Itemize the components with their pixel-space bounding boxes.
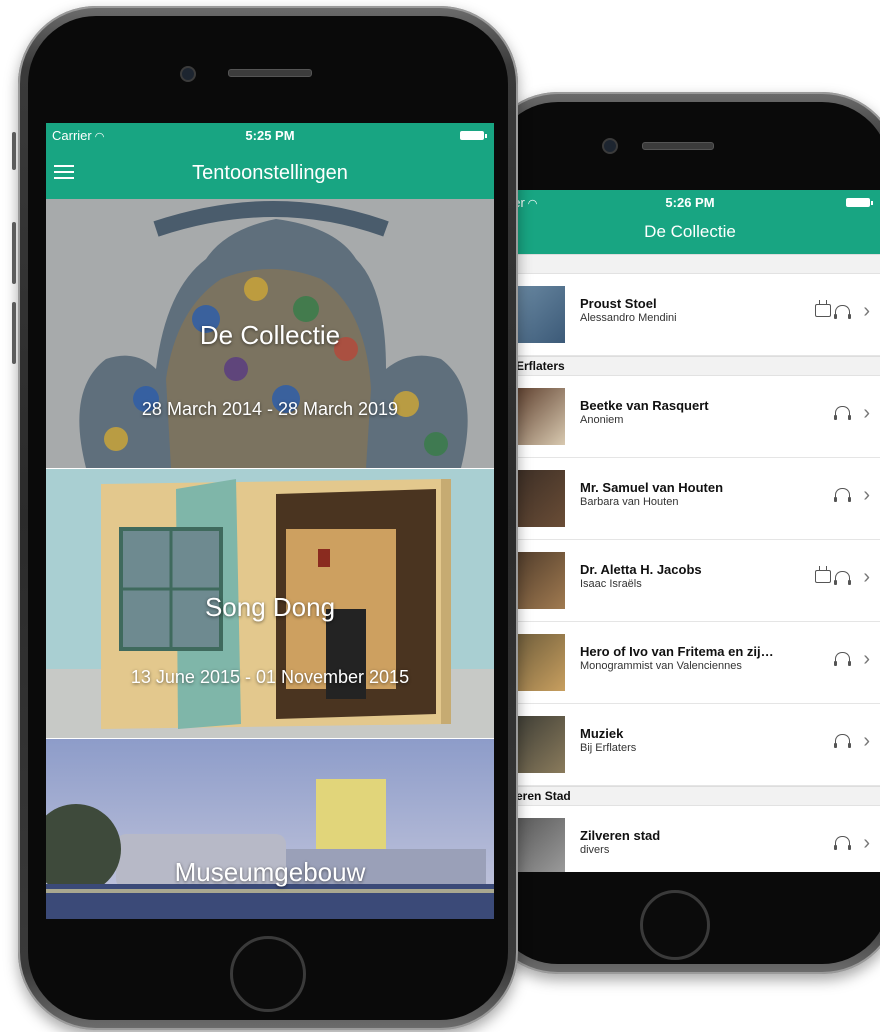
artwork-thumbnail: [510, 716, 565, 773]
chevron-right-icon: ›: [863, 300, 870, 322]
chevron-right-icon: ›: [863, 484, 870, 506]
nav-bar: Tentoonstellingen: [46, 147, 494, 199]
page-title: De Collectie: [644, 222, 736, 241]
item-subtitle: Isaac Israëls: [580, 578, 642, 590]
headphones-icon: [834, 304, 851, 319]
page-title: Tentoonstellingen: [192, 162, 348, 184]
media-icons: [834, 836, 851, 850]
earpiece-speaker: [228, 69, 312, 77]
artwork-thumbnail: [510, 552, 565, 609]
tv-icon: [815, 570, 831, 583]
item-subtitle: Barbara van Houten: [580, 496, 679, 508]
status-time: 5:25 PM: [245, 128, 295, 143]
top-bar: rier◠ 5:26 PM De Collectie: [500, 190, 880, 254]
artwork-thumbnail: [510, 470, 565, 527]
home-button[interactable]: [230, 936, 306, 1012]
headphones-icon: [834, 488, 851, 502]
item-title: Zilveren stad: [580, 828, 661, 843]
home-button[interactable]: [640, 890, 710, 960]
mute-switch[interactable]: [12, 132, 16, 170]
exhibition-title: De Collectie: [199, 320, 341, 350]
headphones-icon: [834, 652, 851, 666]
chevron-right-icon: ›: [863, 730, 870, 752]
artwork-thumbnail: [510, 818, 565, 872]
item-title: Beetke van Rasquert: [580, 398, 709, 413]
media-icons: [834, 406, 851, 420]
list-item[interactable]: Mr. Samuel van Houten Barbara van Houten ›: [500, 458, 880, 540]
item-title: Proust Stoel: [580, 296, 657, 311]
artwork-thumbnail: [510, 634, 565, 691]
front-camera: [180, 66, 196, 82]
media-icons: [834, 652, 851, 666]
list-item[interactable]: Zilveren stad divers ›: [500, 806, 880, 872]
headphones-icon: [834, 836, 851, 850]
item-subtitle: Bij Erflaters: [580, 742, 637, 754]
battery-icon: [460, 131, 487, 140]
list-item[interactable]: Proust Stoel Alessandro Mendini ›: [500, 274, 880, 356]
chevron-right-icon: ›: [863, 566, 870, 588]
exhibition-card[interactable]: Song Dong 13 June 2015 - 01 November 201…: [46, 468, 494, 738]
status-bar: Carrier ◠ 5:25 PM: [46, 123, 494, 147]
exhibition-card[interactable]: De Collectie 28 March 2014 - 28 March 20…: [46, 199, 494, 468]
collection-list[interactable]: ro Proust StoelAlessandro Mendini › e Erfla…: [500, 254, 880, 872]
earpiece-speaker: [642, 142, 714, 150]
media-icons: [834, 734, 851, 748]
chevron-right-icon: ›: [863, 402, 870, 424]
exhibition-dates: 13 June 2015 - 01 November 2015: [130, 667, 410, 687]
item-subtitle: Monogrammist van Valenciennes: [580, 660, 742, 672]
exhibition-title: Song Dong: [204, 592, 336, 622]
section-header: lveren Stad: [500, 786, 880, 806]
nav-bar: De Collectie: [500, 214, 880, 254]
section-header: e Erflaters: [500, 356, 880, 376]
media-icons: [815, 304, 851, 319]
item-subtitle: divers: [580, 844, 610, 856]
exhibition-card[interactable]: Museumgebouw: [46, 738, 494, 919]
chevron-right-icon: ›: [863, 648, 870, 670]
front-camera: [602, 138, 618, 154]
item-subtitle: Anoniem: [580, 414, 624, 426]
section-header: ro: [500, 254, 880, 274]
artwork-thumbnail: [510, 388, 565, 445]
media-icons: [815, 570, 851, 585]
list-item[interactable]: Hero of Ivo van Fritema en zij… Monogramm…: [500, 622, 880, 704]
headphones-icon: [834, 406, 851, 420]
item-title: Mr. Samuel van Houten: [580, 480, 724, 495]
volume-up-button[interactable]: [12, 222, 16, 284]
collection-screen: rier◠ 5:26 PM De Collectie roProust Stoe…: [500, 190, 880, 872]
tv-icon: [815, 304, 831, 317]
headphones-icon: [834, 570, 851, 585]
headphones-icon: [834, 734, 851, 748]
artwork-thumbnail: [510, 286, 565, 343]
list-item[interactable]: Muziek Bij Erflaters ›: [500, 704, 880, 786]
list-item[interactable]: Beetke van Rasquert Anoniem ›: [500, 376, 880, 458]
item-title: Hero of Ivo van Fritema en zij…: [580, 644, 774, 659]
status-bar: rier◠ 5:26 PM: [500, 190, 880, 214]
top-bar: Carrier ◠ 5:25 PM Tentoonstellingen: [46, 123, 494, 199]
item-title: Dr. Aletta H. Jacobs: [580, 562, 702, 577]
status-time: 5:26 PM: [665, 195, 715, 210]
item-title: Muziek: [580, 726, 624, 741]
exhibitions-screen: Carrier ◠ 5:25 PM Tentoonstellingen De Co…: [46, 123, 494, 919]
exhibition-title: Museumgebouw: [174, 857, 366, 887]
media-icons: [834, 488, 851, 502]
volume-down-button[interactable]: [12, 302, 16, 364]
battery-icon: [846, 198, 873, 207]
chevron-right-icon: ›: [863, 832, 870, 854]
museum-building-image: [46, 739, 494, 919]
item-subtitle: Alessandro Mendini: [580, 312, 677, 324]
list-item[interactable]: Dr. Aletta H. Jacobs Isaac Israëls ›: [500, 540, 880, 622]
exhibition-dates: 28 March 2014 - 28 March 2019: [141, 399, 399, 419]
